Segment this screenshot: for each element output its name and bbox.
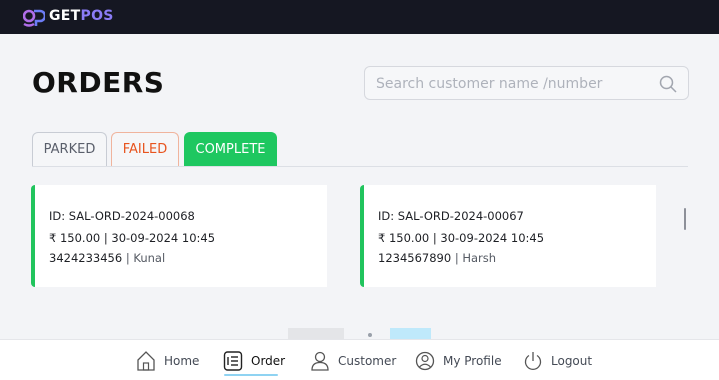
search-input[interactable] (376, 73, 646, 95)
order-id: ID: SAL-ORD-2024-00068 (49, 209, 195, 223)
order-list-icon (223, 351, 243, 371)
bottom-navigation: Home Order Customer My Profile Logout (0, 339, 719, 380)
search-icon[interactable] (659, 75, 677, 93)
tab-complete[interactable]: COMPLETE (184, 132, 277, 167)
tab-parked[interactable]: PARKED (32, 132, 107, 167)
brand-get: GET (49, 8, 81, 24)
profile-icon (415, 351, 435, 371)
nav-order[interactable]: Order (223, 349, 285, 373)
page-title: ORDERS (32, 66, 165, 99)
home-icon (137, 351, 155, 371)
customer-separator: | (451, 251, 463, 265)
tab-failed[interactable]: FAILED (111, 132, 179, 167)
tab-divider (32, 166, 688, 167)
nav-logout-label: Logout (551, 354, 593, 368)
customer-name: Harsh (462, 251, 497, 265)
customer-phone: 3424233456 (49, 251, 123, 265)
brand-pos: POS (80, 8, 114, 24)
customer-name: Kunal (133, 251, 166, 265)
nav-my-profile-label: My Profile (443, 354, 502, 368)
order-card[interactable]: ID: SAL-ORD-2024-00067 ₹ 150.00 | 30-09-… (360, 185, 656, 287)
nav-active-indicator (224, 374, 278, 376)
nav-customer-label: Customer (338, 354, 397, 368)
nav-home[interactable]: Home (136, 349, 199, 373)
nav-my-profile[interactable]: My Profile (415, 349, 502, 373)
order-id: ID: SAL-ORD-2024-00067 (378, 209, 524, 223)
order-customer: 3424233456 | Kunal (49, 251, 165, 265)
order-customer: 1234567890 | Harsh (378, 251, 496, 265)
brand-name: GETPOS (49, 8, 114, 24)
pagination-current-page (368, 333, 372, 337)
nav-logout[interactable]: Logout (523, 349, 592, 373)
nav-home-label: Home (164, 354, 200, 368)
getpos-logo-icon (23, 9, 45, 27)
customer-separator: | (122, 251, 134, 265)
power-icon (524, 352, 542, 370)
order-amount-date: ₹ 150.00 | 30-09-2024 10:45 (378, 231, 545, 245)
scrollbar-thumb[interactable] (684, 208, 686, 230)
order-card[interactable]: ID: SAL-ORD-2024-00068 ₹ 150.00 | 30-09-… (31, 185, 327, 287)
user-icon (311, 351, 329, 371)
nav-order-label: Order (251, 354, 286, 368)
order-amount-date: ₹ 150.00 | 30-09-2024 10:45 (49, 231, 216, 245)
search-box[interactable] (364, 66, 689, 100)
customer-phone: 1234567890 (378, 251, 452, 265)
top-bar: GETPOS (0, 0, 719, 34)
nav-customer[interactable]: Customer (310, 349, 396, 373)
